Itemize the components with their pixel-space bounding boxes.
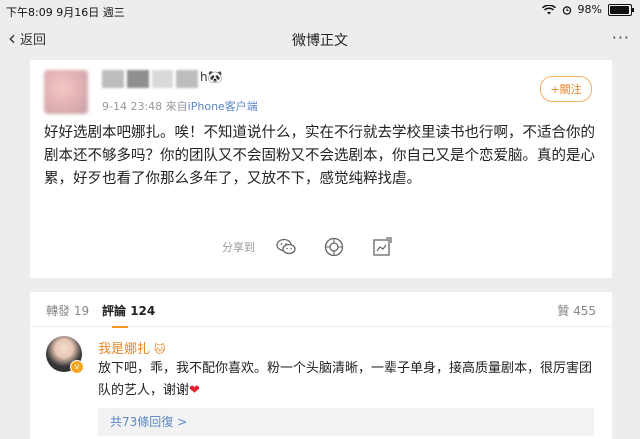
tab-comments[interactable]: 評論 124 xyxy=(102,302,156,328)
more-options-icon[interactable]: ··· xyxy=(612,28,630,47)
tab-likes[interactable]: 贊 455 xyxy=(557,302,596,319)
status-bar: 下午8:09 9月16日 週三 98% xyxy=(0,0,640,20)
view-replies-link[interactable]: 共73條回復 > xyxy=(98,408,594,436)
post-meta: 9-14 23:48 來自iPhone客户端 xyxy=(102,98,258,114)
member-badge-icon: 🐱 xyxy=(154,343,166,356)
comment-author[interactable]: 我是娜扎 🐱 xyxy=(98,338,165,357)
follow-button[interactable]: +關注 xyxy=(540,76,592,102)
comment-author-name: 我是娜扎 xyxy=(98,342,151,357)
comments-section: 轉發 19 評論 124 贊 455 v 我是娜扎 🐱 放下吧，乖，我不配你喜欢。… xyxy=(30,292,612,439)
tab-reposts-label: 轉發 xyxy=(46,304,71,318)
moments-icon[interactable] xyxy=(323,236,345,258)
page-title: 微博正文 xyxy=(292,33,348,49)
avatar[interactable] xyxy=(44,70,88,114)
post-timestamp: 9-14 23:48 xyxy=(102,100,163,113)
comment-text: 放下吧，乖，我不配你喜欢。粉一个头脑清晰，一辈子单身，接高质量剧本，很厉害团队的… xyxy=(98,358,598,402)
status-time: 下午8:09 9月16日 週三 xyxy=(6,6,125,19)
author-name-blurred xyxy=(102,70,198,88)
battery-percent: 98% xyxy=(577,3,602,16)
tab-comments-label: 評論 xyxy=(102,304,127,318)
post-text: 好好选剧本吧娜扎。唉！不知道说什么，实在不行就去学校里读书也行啊，不适合你的剧本… xyxy=(44,125,595,187)
tab-comments-count: 124 xyxy=(130,304,156,318)
verified-badge: v xyxy=(70,360,84,374)
status-right: 98% xyxy=(541,3,634,16)
comment-tabs: 轉發 19 評論 124 贊 455 xyxy=(30,292,612,328)
weibo-post: h🐼 9-14 23:48 來自iPhone客户端 +關注 好好选剧本吧娜扎。唉… xyxy=(30,60,612,278)
share-label: 分享到 xyxy=(222,241,255,254)
tab-reposts-count: 19 xyxy=(73,304,90,318)
wechat-icon[interactable] xyxy=(275,236,297,258)
tab-likes-label: 贊 xyxy=(557,304,570,318)
comment-avatar[interactable]: v xyxy=(46,336,84,374)
tab-reposts[interactable]: 轉發 19 xyxy=(46,302,89,319)
tab-likes-count: 455 xyxy=(573,304,596,318)
share-row: 分享到 xyxy=(222,236,419,258)
alarm-icon xyxy=(562,5,571,15)
nav-bar: ‹ 返回 微博正文 ··· xyxy=(0,20,640,58)
comment-body: 放下吧，乖，我不配你喜欢。粉一个头脑清晰，一辈子单身，接高质量剧本，很厉害团队的… xyxy=(98,361,593,398)
weibo-share-icon[interactable] xyxy=(371,236,393,258)
heart-emoji: ❤ xyxy=(189,383,200,398)
author-name-suffix: h🐼 xyxy=(200,70,223,84)
wifi-icon xyxy=(541,4,556,14)
source-prefix: 來自 xyxy=(165,100,188,113)
post-source[interactable]: iPhone客户端 xyxy=(188,100,258,113)
battery-icon xyxy=(608,3,634,16)
